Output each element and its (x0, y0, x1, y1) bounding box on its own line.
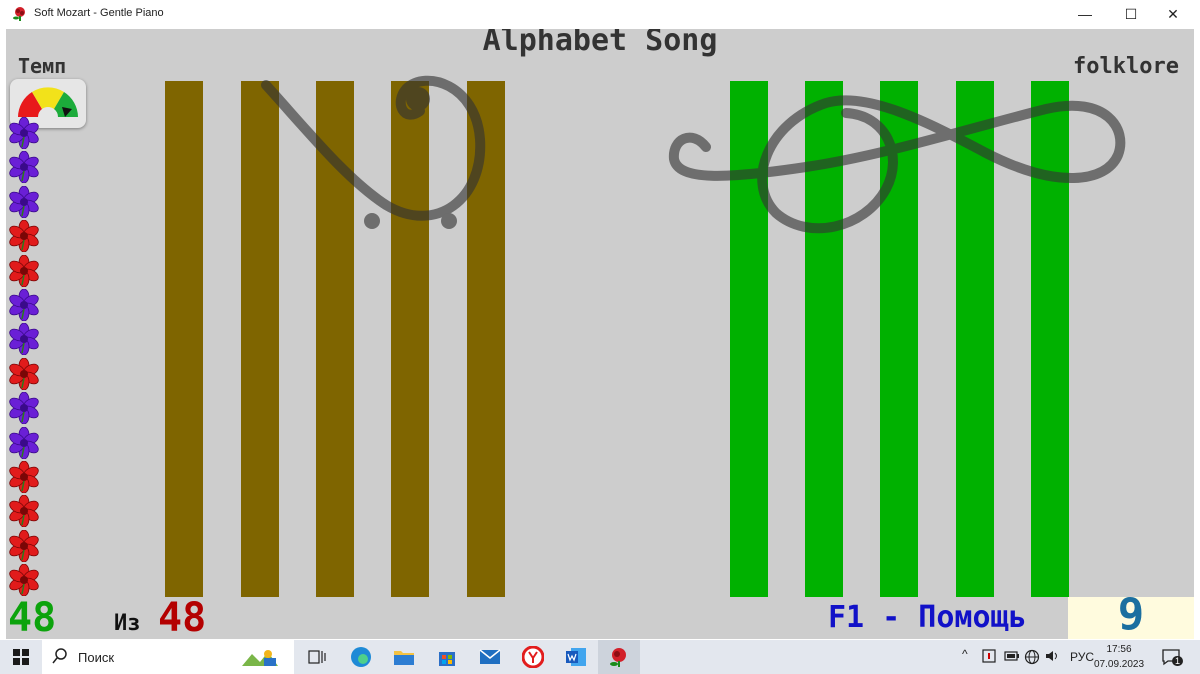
windows-icon (13, 649, 29, 665)
task-view-button[interactable] (296, 640, 338, 674)
game-area[interactable]: Alphabet Song Темп folklore 48 Из 48 F1 … (6, 29, 1194, 639)
close-icon: ✕ (1167, 5, 1179, 22)
clock[interactable]: 17:56 07.09.2023 (1094, 642, 1144, 672)
minimize-icon: — (1078, 6, 1092, 22)
antivirus-icon[interactable] (982, 649, 996, 663)
window-titlebar: Soft Mozart - Gentle Piano — ☐ ✕ (0, 0, 1200, 28)
notification-count: 1 (1172, 656, 1184, 666)
score-box: 9 (1068, 589, 1194, 639)
note-bar[interactable] (730, 81, 768, 597)
purple-flower-icon (9, 392, 39, 425)
purple-flower-icon (9, 151, 39, 184)
red-flower-icon (9, 461, 39, 493)
word-icon (566, 648, 586, 666)
taskbar-word[interactable] (555, 640, 597, 674)
red-flower-icon (9, 529, 39, 562)
weather-widget-icon[interactable] (238, 644, 282, 670)
store-icon (439, 652, 455, 666)
clock-time: 17:56 (1106, 644, 1132, 655)
note-bar[interactable] (391, 81, 429, 597)
note-bar[interactable] (1031, 81, 1069, 597)
red-flower-icon (9, 564, 39, 597)
close-button[interactable]: ✕ (1150, 0, 1196, 28)
red-flower-icon (9, 495, 39, 528)
song-title: Alphabet Song (482, 29, 718, 58)
note-bar[interactable] (956, 81, 994, 597)
purple-flower-icon (9, 289, 39, 321)
help-hint: F1 - Помощь (828, 600, 1027, 635)
battery-icon[interactable] (1004, 649, 1020, 663)
of-label: Из (114, 611, 141, 636)
clock-date: 07.09.2023 (1094, 659, 1145, 670)
score-value: 9 (1117, 589, 1145, 639)
taskbar-mail[interactable] (469, 640, 511, 674)
yandex-browser-icon (522, 646, 544, 668)
note-bar[interactable] (316, 81, 354, 597)
mail-icon (479, 649, 501, 664)
maximize-button[interactable]: ☐ (1108, 0, 1154, 28)
maximize-icon: ☐ (1124, 5, 1138, 22)
show-hidden-icons-icon[interactable]: ^ (962, 647, 968, 661)
language-indicator[interactable]: РУС (1070, 650, 1094, 664)
bass-clef-icon (261, 75, 486, 229)
notifications-button[interactable]: 1 (1160, 646, 1184, 668)
purple-flower-icon (9, 185, 39, 218)
taskbar-search[interactable]: Поиск (42, 640, 294, 674)
search-placeholder: Поиск (78, 650, 115, 665)
note-bar[interactable] (805, 81, 843, 597)
taskbar-explorer[interactable] (383, 640, 425, 674)
note-bar[interactable] (467, 81, 505, 597)
red-flower-icon (9, 254, 39, 287)
edge-icon (351, 647, 371, 667)
purple-flower-icon (9, 323, 39, 356)
taskbar-edge[interactable] (340, 640, 382, 674)
soft-mozart-rose-icon (610, 648, 626, 667)
purple-flower-icon (9, 117, 39, 149)
taskbar-soft-mozart[interactable] (598, 640, 640, 674)
red-flower-icon (9, 357, 39, 390)
played-count: 48 (8, 595, 57, 639)
minimize-button[interactable]: — (1062, 0, 1108, 28)
red-flower-icon (9, 220, 39, 253)
purple-flower-icon (9, 426, 39, 459)
search-icon (52, 648, 67, 664)
taskbar-store[interactable] (426, 640, 468, 674)
song-category: folklore (1073, 54, 1179, 79)
taskbar: Поиск ^ РУС 17:56 07.09.2023 1 (0, 640, 1200, 674)
window-title: Soft Mozart - Gentle Piano (34, 7, 164, 19)
note-bar[interactable] (165, 81, 203, 597)
task-view-icon (308, 650, 326, 664)
network-globe-icon[interactable] (1024, 649, 1040, 665)
start-button[interactable] (0, 640, 42, 674)
folder-icon (394, 651, 414, 665)
note-bar[interactable] (241, 81, 279, 597)
volume-icon[interactable] (1044, 649, 1060, 663)
note-bar[interactable] (880, 81, 918, 597)
total-count: 48 (158, 595, 207, 639)
app-rose-icon (13, 7, 25, 21)
taskbar-yandex[interactable] (512, 640, 554, 674)
tempo-label: Темп (18, 54, 67, 78)
